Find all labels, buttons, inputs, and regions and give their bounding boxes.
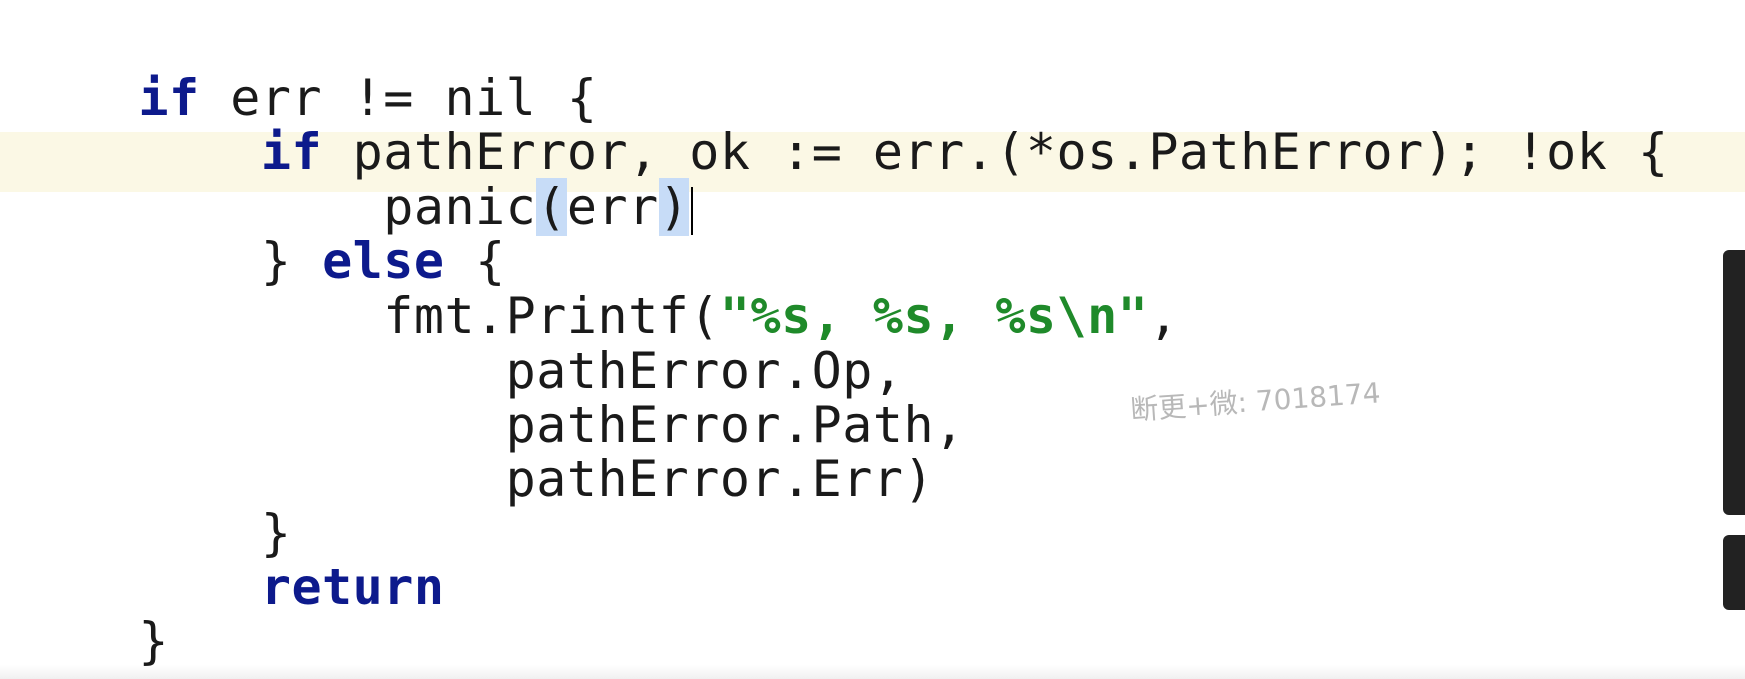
code-text: pathError.Err) — [505, 450, 935, 508]
code-line-6[interactable]: pathError.Op, — [16, 281, 904, 400]
code-line-8[interactable]: pathError.Err) — [16, 389, 934, 508]
code-line-3[interactable]: panic(err) — [16, 117, 694, 236]
bottom-edge — [0, 665, 1745, 679]
scrollbar-thumb[interactable] — [1723, 250, 1745, 515]
keyword-return: return — [260, 558, 445, 616]
code-line-10[interactable]: return — [16, 497, 444, 616]
code-line-7[interactable]: pathError.Path, — [16, 335, 965, 454]
code-line-2[interactable]: if pathError, ok := err.(*os.PathError);… — [16, 62, 1669, 181]
code-line-11[interactable]: } — [16, 551, 169, 670]
code-text: } — [138, 612, 170, 670]
code-text: , — [1148, 287, 1179, 345]
scrollbar-marker[interactable] — [1723, 535, 1745, 610]
code-line-9[interactable]: } — [16, 443, 291, 562]
code-line-4[interactable]: } else { — [16, 171, 506, 290]
code-line-1[interactable]: if err != nil { — [16, 8, 597, 127]
code-editor[interactable]: if err != nil { if pathError, ok := err.… — [0, 0, 1745, 679]
code-line-5[interactable]: fmt.Printf("%s, %s, %s\n", — [16, 226, 1179, 345]
watermark: 断更+微: 7018174 — [1129, 376, 1382, 427]
